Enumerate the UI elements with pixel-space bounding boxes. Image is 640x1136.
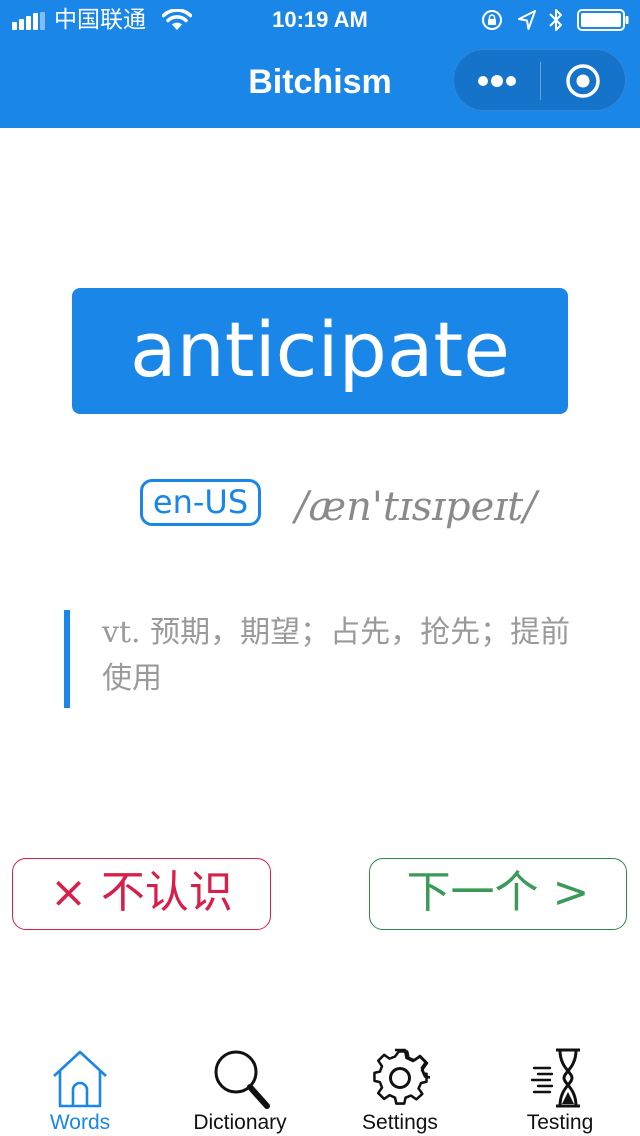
definition-block: vt. 预期，期望；占先，抢先；提前使用 xyxy=(64,610,584,708)
tab-bar: Words Dictionary Settings Testing xyxy=(0,1030,640,1136)
target-close-icon[interactable] xyxy=(541,50,627,112)
status-time: 10:19 AM xyxy=(272,7,368,32)
tab-label: Testing xyxy=(526,1111,594,1134)
tab-label: Dictionary xyxy=(193,1111,287,1134)
tab-dictionary[interactable]: Dictionary xyxy=(160,1030,320,1136)
unknown-word-button[interactable]: × 不认识 xyxy=(12,858,271,930)
gear-icon xyxy=(373,1048,430,1105)
magnifier-icon xyxy=(214,1050,270,1109)
home-icon xyxy=(53,1050,107,1108)
battery-icon xyxy=(577,9,629,31)
word-card: anticipate xyxy=(72,288,568,414)
pronounce-locale-button[interactable]: en-US xyxy=(140,479,261,526)
part-of-speech: vt. xyxy=(102,615,141,650)
tab-label: Settings xyxy=(362,1111,438,1134)
more-dots-icon[interactable] xyxy=(454,50,540,112)
bluetooth-icon xyxy=(549,9,562,31)
next-word-button[interactable]: 下一个 > xyxy=(369,858,627,930)
tab-words[interactable]: Words xyxy=(0,1030,160,1136)
tab-settings[interactable]: Settings xyxy=(320,1030,480,1136)
location-arrow-icon xyxy=(518,10,536,30)
tab-label: Words xyxy=(49,1111,111,1134)
phonetic-transcription: /æn'tɪsɪpeɪt/ xyxy=(295,484,537,530)
tab-testing[interactable]: Testing xyxy=(480,1030,640,1136)
status-bar: 中国联通 10:19 AM xyxy=(0,0,640,40)
top-bar: 中国联通 10:19 AM Bitchism xyxy=(0,0,640,128)
mini-program-capsule xyxy=(453,49,626,111)
definition-text: 预期，期望；占先，抢先；提前使用 xyxy=(102,615,571,696)
hourglass-icon xyxy=(530,1048,580,1108)
rotation-lock-icon xyxy=(482,10,502,30)
